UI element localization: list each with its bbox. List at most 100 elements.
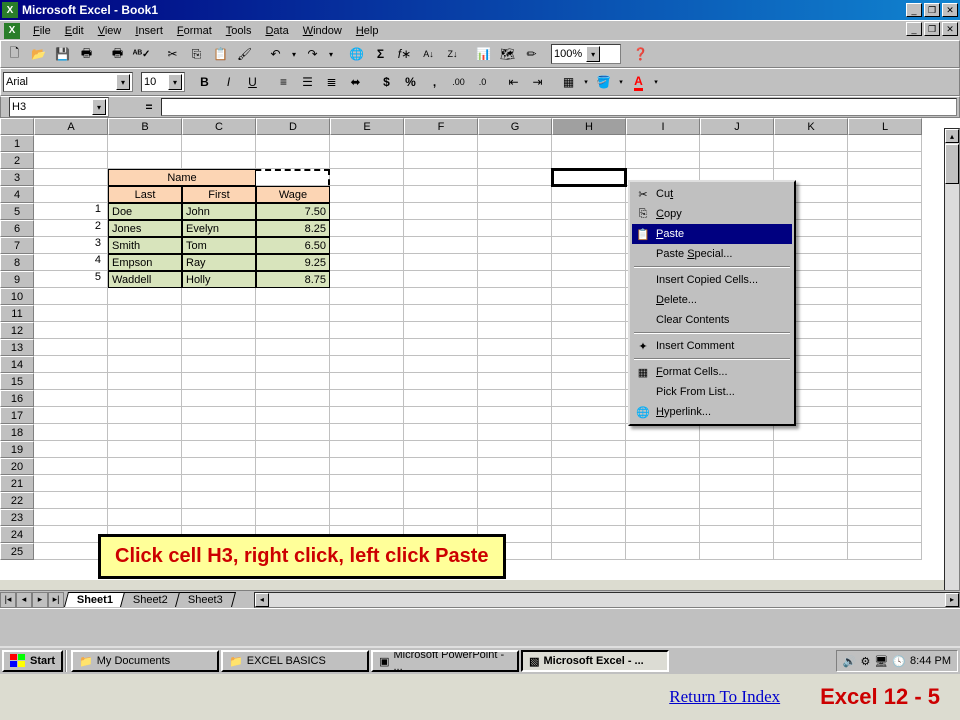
cell-G3[interactable] bbox=[478, 169, 552, 186]
fontsize-combo[interactable]: 10 ▾ bbox=[141, 72, 185, 92]
cell-H23[interactable] bbox=[552, 509, 626, 526]
cell-L11[interactable] bbox=[848, 305, 922, 322]
cell-A22[interactable] bbox=[34, 492, 108, 509]
cell-E2[interactable] bbox=[330, 152, 404, 169]
cell-F17[interactable] bbox=[404, 407, 478, 424]
cell-A14[interactable] bbox=[34, 356, 108, 373]
cell-L15[interactable] bbox=[848, 373, 922, 390]
underline-button[interactable]: U bbox=[241, 71, 264, 93]
cell-F18[interactable] bbox=[404, 424, 478, 441]
cell-A20[interactable] bbox=[34, 458, 108, 475]
row-header-4[interactable]: 4 bbox=[0, 186, 34, 203]
cell-E22[interactable] bbox=[330, 492, 404, 509]
row-header-22[interactable]: 22 bbox=[0, 492, 34, 509]
menu-window[interactable]: Window bbox=[296, 23, 349, 39]
cell-C16[interactable] bbox=[182, 390, 256, 407]
borders-button[interactable]: ▦ bbox=[557, 71, 580, 93]
cell-L17[interactable] bbox=[848, 407, 922, 424]
cell-E8[interactable] bbox=[330, 254, 404, 271]
cell-C19[interactable] bbox=[182, 441, 256, 458]
column-header-J[interactable]: J bbox=[700, 118, 774, 135]
cell-B13[interactable] bbox=[108, 339, 182, 356]
row-header-14[interactable]: 14 bbox=[0, 356, 34, 373]
cell-F13[interactable] bbox=[404, 339, 478, 356]
cell-B5[interactable] bbox=[108, 203, 182, 220]
paste-button[interactable]: 📋 bbox=[209, 43, 232, 65]
drawing-button[interactable]: ✏ bbox=[520, 43, 543, 65]
cell-E23[interactable] bbox=[330, 509, 404, 526]
cell-D5[interactable] bbox=[256, 203, 330, 220]
scroll-up-button[interactable]: ▴ bbox=[945, 129, 959, 143]
cell-E20[interactable] bbox=[330, 458, 404, 475]
cell-L23[interactable] bbox=[848, 509, 922, 526]
cell-H18[interactable] bbox=[552, 424, 626, 441]
redo-button[interactable]: ↷ bbox=[301, 43, 324, 65]
cell-F5[interactable] bbox=[404, 203, 478, 220]
cut-button[interactable]: ✂ bbox=[161, 43, 184, 65]
cell-K2[interactable] bbox=[774, 152, 848, 169]
row-header-25[interactable]: 25 bbox=[0, 543, 34, 560]
function-button[interactable]: f∗ bbox=[393, 43, 416, 65]
cell-A8[interactable] bbox=[34, 254, 108, 271]
menu-file[interactable]: File bbox=[26, 23, 58, 39]
cell-A1[interactable] bbox=[34, 135, 108, 152]
cell-B23[interactable] bbox=[108, 509, 182, 526]
column-header-B[interactable]: B bbox=[108, 118, 182, 135]
cell-F12[interactable] bbox=[404, 322, 478, 339]
chevron-down-icon[interactable]: ▾ bbox=[586, 46, 600, 62]
select-all-corner[interactable] bbox=[0, 118, 34, 135]
cell-L6[interactable] bbox=[848, 220, 922, 237]
cell-E17[interactable] bbox=[330, 407, 404, 424]
tray-icon[interactable]: 🕓 bbox=[892, 655, 906, 668]
cell-E7[interactable] bbox=[330, 237, 404, 254]
tab-prev-button[interactable]: ◂ bbox=[16, 592, 32, 608]
increase-decimal-button[interactable]: .00 bbox=[447, 71, 470, 93]
cell-A21[interactable] bbox=[34, 475, 108, 492]
cell-I24[interactable] bbox=[626, 526, 700, 543]
cell-B22[interactable] bbox=[108, 492, 182, 509]
spellcheck-button[interactable]: ᴬᴮ✓ bbox=[130, 43, 153, 65]
cell-L9[interactable] bbox=[848, 271, 922, 288]
bold-button[interactable]: B bbox=[193, 71, 216, 93]
tab-last-button[interactable]: ▸| bbox=[48, 592, 64, 608]
menu-data[interactable]: Data bbox=[258, 23, 295, 39]
cell-C12[interactable] bbox=[182, 322, 256, 339]
new-button[interactable]: 🗋 bbox=[3, 43, 26, 65]
cell-L3[interactable] bbox=[848, 169, 922, 186]
cell-F10[interactable] bbox=[404, 288, 478, 305]
decrease-indent-button[interactable]: ⇤ bbox=[502, 71, 525, 93]
cell-C4[interactable] bbox=[182, 186, 256, 203]
row-header-15[interactable]: 15 bbox=[0, 373, 34, 390]
cell-J23[interactable] bbox=[700, 509, 774, 526]
cell-B1[interactable] bbox=[108, 135, 182, 152]
font-color-button[interactable]: A bbox=[627, 71, 650, 93]
cell-H4[interactable] bbox=[552, 186, 626, 203]
cell-D9[interactable] bbox=[256, 271, 330, 288]
cell-L8[interactable] bbox=[848, 254, 922, 271]
cell-L12[interactable] bbox=[848, 322, 922, 339]
cell-D19[interactable] bbox=[256, 441, 330, 458]
cell-E13[interactable] bbox=[330, 339, 404, 356]
cell-B4[interactable] bbox=[108, 186, 182, 203]
cell-H11[interactable] bbox=[552, 305, 626, 322]
cell-D18[interactable] bbox=[256, 424, 330, 441]
cell-D12[interactable] bbox=[256, 322, 330, 339]
cell-J21[interactable] bbox=[700, 475, 774, 492]
cell-H1[interactable] bbox=[552, 135, 626, 152]
cell-G13[interactable] bbox=[478, 339, 552, 356]
cell-G2[interactable] bbox=[478, 152, 552, 169]
cell-B8[interactable] bbox=[108, 254, 182, 271]
maximize-button[interactable]: ❐ bbox=[924, 3, 940, 17]
cell-C9[interactable] bbox=[182, 271, 256, 288]
scroll-left-button[interactable]: ◂ bbox=[255, 593, 269, 607]
cell-G12[interactable] bbox=[478, 322, 552, 339]
currency-button[interactable]: $ bbox=[375, 71, 398, 93]
cell-L20[interactable] bbox=[848, 458, 922, 475]
column-header-K[interactable]: K bbox=[774, 118, 848, 135]
row-header-17[interactable]: 17 bbox=[0, 407, 34, 424]
context-insert-comment[interactable]: ✦Insert Comment bbox=[632, 336, 792, 356]
cell-D14[interactable] bbox=[256, 356, 330, 373]
cell-A6[interactable] bbox=[34, 220, 108, 237]
format-painter-button[interactable]: 🖌 bbox=[233, 43, 256, 65]
cell-C8[interactable] bbox=[182, 254, 256, 271]
